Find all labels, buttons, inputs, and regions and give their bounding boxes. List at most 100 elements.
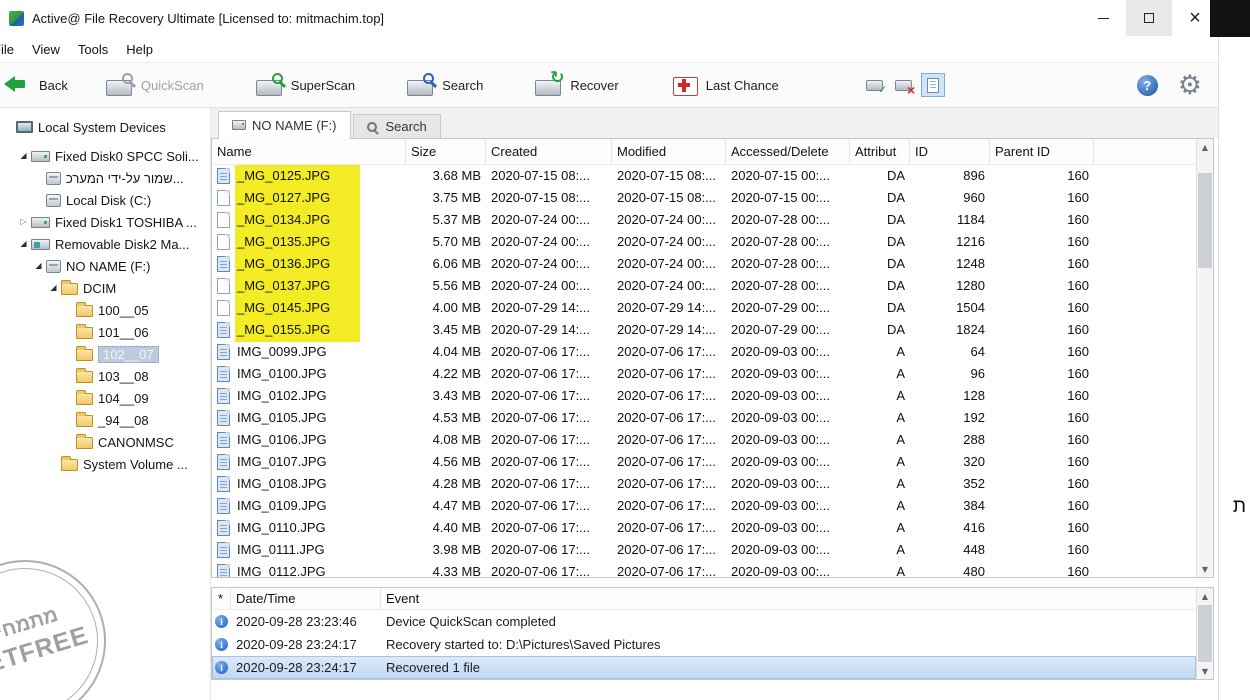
panel-splitter[interactable] (211, 578, 1218, 587)
table-row[interactable]: IMG_0102.JPG 3.43 MB 2020-07-06 17:... 2020… (212, 385, 1196, 407)
column-header-attr[interactable]: Attribut (850, 139, 910, 164)
toolbar-button-back[interactable]: Back (0, 69, 76, 101)
column-header-size[interactable]: Size (406, 139, 486, 164)
tree-item-hebrew-2[interactable]: שמור על-ידי המערכ... (0, 167, 210, 189)
toolbar-right-icons (1136, 72, 1218, 99)
menu-item-tools[interactable]: Tools (69, 38, 117, 61)
tree-item-fixed-disk0-spcc-soli[interactable]: ◢ Fixed Disk0 SPCC Soli... (0, 145, 210, 167)
log-row[interactable]: 2020-09-28 23:24:17 Recovered 1 file (212, 656, 1196, 679)
expanded-arrow-icon[interactable]: ◢ (47, 277, 60, 299)
cell-modified: 2020-07-24 00:... (617, 278, 717, 293)
table-row[interactable]: IMG_0109.JPG 4.47 MB 2020-07-06 17:... 2020… (212, 495, 1196, 517)
tab-no-name-f[interactable]: NO NAME (F:) (218, 111, 351, 139)
tab-search[interactable]: Search (352, 114, 441, 138)
tree-item-removable-disk2-ma[interactable]: ◢ Removable Disk2 Ma... (0, 233, 210, 255)
column-header-modified[interactable]: Modified (612, 139, 726, 164)
table-row[interactable]: IMG_0108.JPG 4.28 MB 2020-07-06 17:... 2020… (212, 473, 1196, 495)
log-column-marker[interactable]: * (212, 588, 231, 609)
scrollbar-track[interactable] (1197, 155, 1213, 561)
tree-item-100-05[interactable]: 100__05 (0, 299, 210, 321)
tree-item-fixed-disk1-toshiba[interactable]: ▷ Fixed Disk1 TOSHIBA ... (0, 211, 210, 233)
event-log-view-button[interactable] (920, 73, 945, 97)
tree-item-local-disk-c[interactable]: Local Disk (C:) (0, 189, 210, 211)
table-row[interactable]: IMG_0112.JPG 4.33 MB 2020-07-06 17:... 2020… (212, 561, 1196, 577)
window-controls (1080, 0, 1218, 36)
minimize-button[interactable] (1080, 0, 1126, 36)
scrollbar-thumb[interactable] (1198, 173, 1212, 268)
log-scroll-up-icon[interactable] (1197, 588, 1213, 604)
toolbar-button-label: Search (442, 77, 484, 93)
tree-item-dcim[interactable]: ◢ DCIM (0, 277, 210, 299)
column-header-created[interactable]: Created (486, 139, 612, 164)
table-row[interactable]: _MG_0136.JPG 6.06 MB 2020-07-24 00:... 2020… (212, 252, 1196, 276)
column-header-id[interactable]: ID (910, 139, 990, 164)
table-row[interactable]: _MG_0155.JPG 3.45 MB 2020-07-29 14:... 2020… (212, 318, 1196, 342)
log-row[interactable]: 2020-09-28 23:24:17 Recovery started to: … (212, 633, 1196, 656)
disk-image-ok-button[interactable] (863, 73, 887, 97)
table-row[interactable]: IMG_0100.JPG 4.22 MB 2020-07-06 17:... 2020… (212, 363, 1196, 385)
scroll-up-icon[interactable] (1197, 139, 1213, 155)
table-row[interactable]: IMG_0099.JPG 4.04 MB 2020-07-06 17:... 2020… (212, 341, 1196, 363)
tree-item-94-08[interactable]: _94__08 (0, 409, 210, 431)
cell-modified: 2020-07-29 14:... (617, 322, 717, 337)
column-header-parent_id[interactable]: Parent ID (990, 139, 1094, 164)
tree-item-102-07[interactable]: 102__07 (0, 343, 210, 365)
collapsed-arrow-icon[interactable]: ▷ (17, 211, 30, 233)
log-header: * Date/Time Event (212, 588, 1196, 610)
scroll-down-icon[interactable] (1197, 561, 1213, 577)
table-row[interactable]: IMG_0107.JPG 4.56 MB 2020-07-06 17:... 2020… (212, 451, 1196, 473)
tree-item-local-system-devices[interactable]: Local System Devices (0, 116, 210, 138)
table-row[interactable]: IMG_0106.JPG 4.08 MB 2020-07-06 17:... 2020… (212, 429, 1196, 451)
toolbar-button-recover[interactable]: Recover (527, 69, 626, 101)
expanded-arrow-icon[interactable]: ◢ (17, 145, 30, 167)
table-row[interactable]: IMG_0111.JPG 3.98 MB 2020-07-06 17:... 2020… (212, 539, 1196, 561)
tree-item-canonmsc[interactable]: CANONMSC (0, 431, 210, 453)
settings-gear-icon[interactable] (1178, 72, 1202, 99)
maximize-button[interactable] (1126, 0, 1172, 36)
table-row[interactable]: IMG_0105.JPG 4.53 MB 2020-07-06 17:... 2020… (212, 407, 1196, 429)
table-row[interactable]: _MG_0145.JPG 4.00 MB 2020-07-29 14:... 2020… (212, 296, 1196, 320)
toolbar-button-last-chance[interactable]: Last Chance (663, 69, 787, 101)
table-row[interactable]: _MG_0125.JPG 3.68 MB 2020-07-15 08:... 2020… (212, 165, 1196, 188)
table-row[interactable]: _MG_0134.JPG 5.37 MB 2020-07-24 00:... 2020… (212, 208, 1196, 232)
disk-image-bad-button[interactable] (892, 73, 916, 98)
log-column-datetime[interactable]: Date/Time (231, 588, 381, 609)
cell-modified: 2020-07-06 17:... (617, 564, 717, 577)
menu-item-help[interactable]: Help (117, 38, 162, 61)
log-row[interactable]: 2020-09-28 23:23:46 Device QuickScan comp… (212, 610, 1196, 633)
column-header-name[interactable]: Name (212, 139, 406, 164)
log-scrollbar[interactable] (1196, 588, 1213, 679)
table-row[interactable]: IMG_0110.JPG 4.40 MB 2020-07-06 17:... 2020… (212, 517, 1196, 539)
cell-modified: 2020-07-29 14:... (617, 300, 717, 315)
table-row[interactable]: _MG_0135.JPG 5.70 MB 2020-07-24 00:... 2020… (212, 230, 1196, 254)
column-header-accessed[interactable]: Accessed/Delete (726, 139, 850, 164)
menu-item-view[interactable]: View (23, 38, 69, 61)
help-icon[interactable] (1136, 74, 1158, 96)
expanded-arrow-icon[interactable]: ◢ (32, 255, 45, 277)
log-scrollbar-track[interactable] (1197, 604, 1213, 663)
file-name: _MG_0134.JPG (235, 208, 361, 232)
disk-icon (31, 216, 50, 228)
table-row[interactable]: _MG_0127.JPG 3.75 MB 2020-07-15 08:... 2020… (212, 186, 1196, 210)
tree-item-101-06[interactable]: 101__06 (0, 321, 210, 343)
log-scroll-down-icon[interactable] (1197, 663, 1213, 679)
toolbar-button-superscan[interactable]: SuperScan (248, 69, 363, 101)
folder-icon (76, 302, 93, 317)
cell-id: 352 (963, 476, 985, 491)
cell-parent_id: 160 (1067, 190, 1089, 205)
log-scrollbar-thumb[interactable] (1198, 605, 1212, 662)
cell-size: 4.47 MB (432, 498, 481, 513)
file-name: IMG_0112.JPG (237, 564, 326, 577)
tree-item-system-volume[interactable]: System Volume ... (0, 453, 210, 475)
maximize-icon (1144, 13, 1154, 23)
table-row[interactable]: _MG_0137.JPG 5.56 MB 2020-07-24 00:... 2020… (212, 274, 1196, 298)
expanded-arrow-icon[interactable]: ◢ (17, 233, 30, 255)
toolbar-button-search[interactable]: Search (399, 69, 491, 101)
tree-item-104-09[interactable]: 104__09 (0, 387, 210, 409)
file-list-scrollbar[interactable] (1196, 139, 1213, 577)
menu-item-file[interactable]: File (0, 38, 23, 61)
tree-item-103-08[interactable]: 103__08 (0, 365, 210, 387)
tree-item-no-name-f[interactable]: ◢ NO NAME (F:) (0, 255, 210, 277)
file-icon (217, 388, 230, 404)
log-column-event[interactable]: Event (381, 588, 1196, 609)
